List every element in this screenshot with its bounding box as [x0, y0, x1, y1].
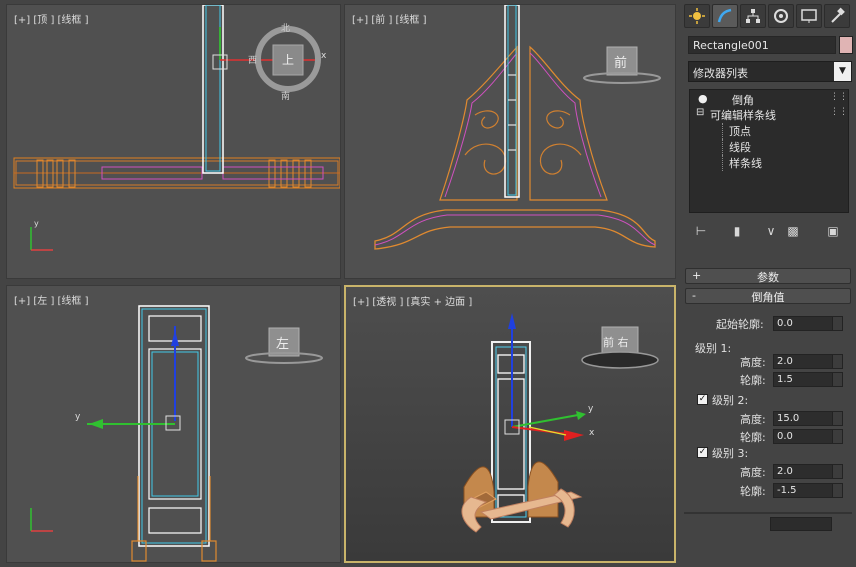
viewport-front[interactable]: [+] [前 ] [线框 ] 前	[344, 4, 676, 279]
hammer-icon	[831, 7, 845, 23]
level1-outline-spinner[interactable]: 1.5	[773, 372, 843, 387]
viewport-front-label[interactable]: [+] [前 ] [线框 ]	[352, 11, 427, 26]
make-unique-icon[interactable]: ∨	[762, 222, 780, 240]
level3-height-label: 高度:	[740, 466, 766, 479]
rollout-parameters-title: 参数	[757, 271, 779, 284]
start-outline-spinner[interactable]: 0.0	[773, 316, 843, 331]
viewcube-perspective[interactable]: 前 右	[603, 334, 629, 350]
viewcube-front[interactable]: 前	[614, 52, 627, 71]
left-view-drawing	[30, 305, 323, 562]
level1-height-spinner[interactable]: 2.0	[773, 354, 843, 369]
motion-icon	[774, 9, 788, 23]
level3-label: 级别 3:	[712, 447, 749, 460]
level3-outline-spinner[interactable]: -1.5	[773, 483, 843, 498]
viewcube-left[interactable]: 左	[276, 333, 289, 352]
panel-scrollbar[interactable]	[770, 517, 832, 531]
collapse-icon[interactable]: ⊟	[696, 107, 704, 118]
chevron-down-icon: ▼	[834, 62, 851, 81]
level2-label: 级别 2:	[712, 394, 749, 407]
level3-checkbox[interactable]: ✓	[697, 447, 708, 458]
object-color-swatch[interactable]	[839, 36, 853, 54]
level2-outline-spinner[interactable]: 0.0	[773, 429, 843, 444]
remove-modifier-icon[interactable]: ▩	[784, 222, 802, 240]
rollout-bevel-values-title: 倒角值	[751, 291, 785, 304]
start-outline-label: 起始轮廓:	[716, 318, 764, 331]
lightbulb-icon[interactable]: ●	[698, 92, 708, 105]
dots-icon: ⋮⋮	[830, 107, 848, 117]
top-view-drawing	[13, 5, 340, 251]
level1-outline-label: 轮廓:	[740, 374, 766, 387]
stack-item-editable-spline[interactable]: 可编辑样条线	[710, 107, 776, 123]
front-view-drawing	[374, 5, 661, 250]
stack-item-spline[interactable]: 样条线	[722, 155, 762, 171]
viewport-perspective-label[interactable]: [+] [透视 ] [真实 + 边面 ]	[353, 293, 472, 308]
stack-toolbar: ⊢ ▮ ∨ ▩ ▣	[688, 222, 854, 240]
viewport-top[interactable]: [+] [顶 ] [线框 ] 北 南 西 上 x y	[6, 4, 341, 279]
tab-motion[interactable]	[768, 4, 794, 28]
viewcube-top[interactable]: 上	[282, 51, 294, 68]
perspective-view-drawing	[461, 313, 659, 533]
stack-item-bevel[interactable]: 倒角	[732, 92, 754, 108]
hierarchy-icon	[746, 9, 760, 23]
pin-stack-icon[interactable]: ⊢	[692, 222, 710, 240]
tab-create[interactable]	[684, 4, 710, 28]
level2-height-spinner[interactable]: 15.0	[773, 411, 843, 426]
viewport-left-label[interactable]: [+] [左 ] [线框 ]	[14, 292, 89, 307]
level1-label: 级别 1:	[695, 342, 732, 355]
axis-y-label: y	[34, 219, 39, 228]
command-panel: Rectangle001 修改器列表 ▼ ● 倒角 ⊟ 可编辑样条线 顶点 线段…	[680, 0, 856, 567]
rollout-bevel-values[interactable]: - 倒角值	[685, 288, 851, 304]
gizmo-y-label: y	[75, 412, 81, 422]
modifier-stack[interactable]: ● 倒角 ⊟ 可编辑样条线 顶点 线段 样条线 ⋮⋮ ⋮⋮	[689, 89, 849, 213]
object-name-field[interactable]: Rectangle001	[688, 36, 836, 54]
level3-outline-label: 轮廓:	[740, 485, 766, 498]
level2-height-label: 高度:	[740, 413, 766, 426]
gizmo-x-label: x	[589, 428, 595, 438]
gizmo-y-label: y	[588, 404, 594, 414]
level3-height-spinner[interactable]: 2.0	[773, 464, 843, 479]
modifier-list-dropdown[interactable]: 修改器列表 ▼	[688, 61, 852, 82]
compass-north: 北	[281, 24, 291, 34]
display-icon	[801, 9, 817, 23]
gizmo-x-label: x	[321, 51, 327, 61]
tab-modify[interactable]	[712, 4, 738, 28]
level2-checkbox[interactable]: ✓	[697, 394, 708, 405]
panel-divider	[684, 512, 852, 514]
viewport-perspective[interactable]: [+] [透视 ] [真实 + 边面 ] 前 右 x y	[344, 285, 676, 563]
viewport-top-label[interactable]: [+] [顶 ] [线框 ]	[14, 11, 89, 26]
modify-icon	[717, 8, 732, 23]
show-end-result-icon[interactable]: ▮	[728, 222, 746, 240]
compass-south: 南	[281, 92, 291, 102]
stack-item-vertex[interactable]: 顶点	[722, 123, 751, 139]
dots-icon: ⋮⋮	[830, 92, 848, 102]
tab-hierarchy[interactable]	[740, 4, 766, 28]
viewport-left[interactable]: [+] [左 ] [线框 ] 左 y	[6, 285, 341, 563]
compass-west: 西	[248, 56, 258, 66]
modifier-list-label: 修改器列表	[693, 67, 748, 80]
object-name-value: Rectangle001	[693, 39, 769, 52]
tab-utilities[interactable]	[824, 4, 850, 28]
stack-item-segment[interactable]: 线段	[722, 139, 751, 155]
create-icon	[689, 8, 705, 24]
rollout-parameters[interactable]: + 参数	[685, 268, 851, 284]
level1-height-label: 高度:	[740, 356, 766, 369]
tab-display[interactable]	[796, 4, 822, 28]
level2-outline-label: 轮廓:	[740, 431, 766, 444]
configure-sets-icon[interactable]: ▣	[824, 222, 842, 240]
command-panel-tabs	[684, 4, 852, 28]
